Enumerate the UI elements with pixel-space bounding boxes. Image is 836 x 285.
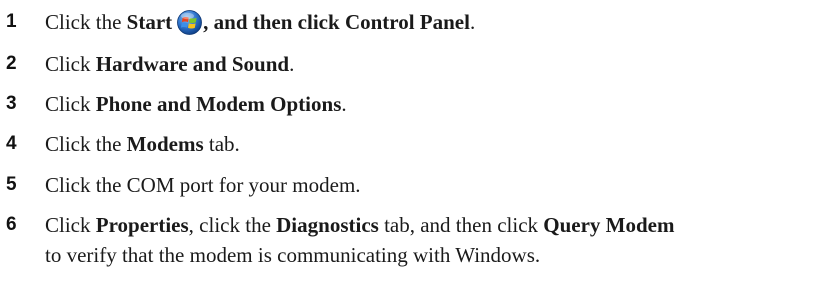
step-text-plain: tab. (203, 132, 240, 156)
step-text-bold: Hardware and Sound (95, 52, 290, 76)
step-text-continuation: to verify that the modem is communicatin… (45, 243, 541, 267)
step-text-plain: . (341, 92, 347, 116)
step-number: 6 (6, 214, 17, 235)
step-text-plain: Click (45, 92, 96, 116)
step-text-plain: Click (45, 52, 96, 76)
step-text-bold-comma: , and then click (203, 10, 345, 34)
step-text-plain: tab, and then click (378, 213, 544, 237)
step-number: 2 (6, 53, 17, 74)
step-text-plain: Click the (45, 10, 127, 34)
step-text-plain: Click the (45, 132, 127, 156)
step-text-bold: Query Modem (543, 213, 675, 237)
step-text-bold: Start (126, 10, 173, 34)
step-text-bold: Control Panel (344, 10, 470, 34)
step-text-plain: . (289, 52, 295, 76)
step-number: 4 (6, 133, 17, 154)
step-text-bold: Diagnostics (276, 213, 379, 237)
step-number: 3 (6, 93, 17, 114)
step-text: Click the COM port for your modem. (45, 172, 830, 198)
step-text-bold: Phone and Modem Options (95, 92, 342, 116)
step-text-bold: Properties (95, 213, 189, 237)
step-number: 5 (6, 174, 17, 195)
step-text-bold: Modems (126, 132, 204, 156)
step-text-plain: Click (45, 213, 96, 237)
step-text-plain: , click the (188, 213, 277, 237)
step-text: Click Properties, click the Diagnostics … (45, 212, 830, 238)
step-text-plain: Click the COM port for your modem. (45, 173, 361, 197)
windows-start-orb-icon (177, 10, 203, 35)
step-text: Click the Modems tab. (45, 131, 830, 157)
step-text: Click Hardware and Sound. (45, 51, 830, 77)
step-number: 1 (6, 11, 17, 32)
step-text: Click Phone and Modem Options. (45, 91, 830, 117)
step-text: Click the Start , and then click Control… (45, 9, 830, 35)
step-text-plain: . (469, 10, 476, 34)
